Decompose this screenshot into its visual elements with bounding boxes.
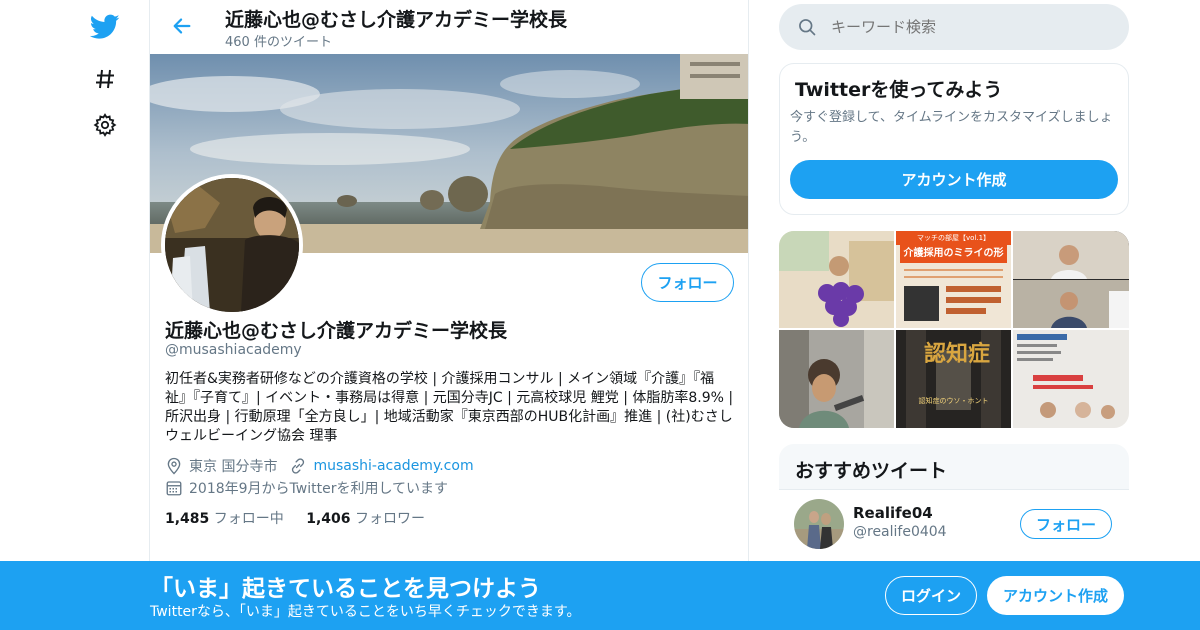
followers-count-link[interactable]: 1,406 フォロワー bbox=[306, 508, 425, 528]
tweet-count: 460 件のツイート bbox=[225, 35, 332, 50]
recommended-tweets-card: おすすめツイート Realife04 @realife0404 フォロー bbox=[779, 444, 1129, 574]
login-button[interactable]: ログイン bbox=[885, 576, 977, 615]
settings-gear-icon[interactable] bbox=[90, 110, 120, 140]
media-thumbnail-3[interactable] bbox=[1013, 231, 1129, 328]
calendar-icon bbox=[166, 481, 182, 496]
profile-joined-date: 2018年9月からTwitterを利用しています bbox=[189, 481, 449, 497]
profile-header-bar: 近藤心也@むさし介護アカデミー学校長 460 件のツイート bbox=[150, 0, 748, 54]
thumbnail-5-title: 認知症 bbox=[924, 342, 991, 367]
signup-card: Twitterを使ってみよう 今すぐ登録して、タイムラインをカスタマイズしましょ… bbox=[779, 63, 1129, 215]
follow-button[interactable]: フォロー bbox=[641, 263, 734, 302]
twitter-profile-page: 近藤心也@むさし介護アカデミー学校長 460 件のツイート フォロー 近藤心也@… bbox=[0, 0, 1200, 630]
profile-handle: @musashiacademy bbox=[165, 342, 302, 358]
signup-card-title: Twitterを使ってみよう bbox=[795, 79, 1003, 101]
media-thumbnail-grid: マッチの部屋【vol.1】 介護採用のミライの形 認知症 認知症のウソ・ホント bbox=[779, 231, 1129, 428]
profile-name: 近藤心也@むさし介護アカデミー学校長 bbox=[165, 320, 508, 342]
profile-location: 東京 国分寺市 bbox=[189, 459, 278, 475]
search-box[interactable] bbox=[779, 4, 1129, 50]
thumbnail-2-top-label: マッチの部屋【vol.1】 bbox=[896, 231, 1011, 245]
media-thumbnail-5[interactable]: 認知症 認知症のウソ・ホント bbox=[896, 330, 1011, 428]
header-title: 近藤心也@むさし介護アカデミー学校長 bbox=[225, 9, 568, 31]
media-thumbnail-2[interactable]: マッチの部屋【vol.1】 介護採用のミライの形 bbox=[896, 231, 1011, 328]
follow-counts: 1,485 フォロー中 1,406 フォロワー bbox=[165, 508, 443, 528]
thumbnail-2-title: 介護採用のミライの形 bbox=[900, 245, 1007, 263]
signup-card-create-account-button[interactable]: アカウント作成 bbox=[790, 160, 1118, 199]
media-thumbnail-4[interactable] bbox=[779, 330, 894, 428]
search-input[interactable] bbox=[831, 18, 1111, 36]
media-thumbnail-1[interactable] bbox=[779, 231, 894, 328]
recommended-user-name[interactable]: Realife04 bbox=[853, 504, 933, 522]
recommended-follow-button[interactable]: フォロー bbox=[1020, 509, 1112, 539]
thumbnail-5-subtitle: 認知症のウソ・ホント bbox=[918, 397, 989, 405]
signup-prompt-title: 「いま」起きていることを見つけよう bbox=[150, 576, 541, 602]
following-count: 1,485 bbox=[165, 511, 210, 527]
media-thumbnail-6[interactable] bbox=[1013, 330, 1129, 428]
profile-bio: 初任者&実務者研修などの介護資格の学校 | 介護採用コンサル | メイン領域『介… bbox=[165, 371, 734, 444]
location-pin-icon bbox=[167, 457, 181, 475]
signup-prompt-subtitle: Twitterなら、「いま」起きていることをいち早くチェックできます。 bbox=[150, 604, 581, 620]
profile-meta-row: 東京 国分寺市 musashi-academy.com bbox=[165, 456, 474, 476]
followers-label: フォロワー bbox=[354, 511, 425, 527]
link-icon bbox=[292, 458, 305, 474]
following-count-link[interactable]: 1,485 フォロー中 bbox=[165, 508, 284, 528]
profile-website-link[interactable]: musashi-academy.com bbox=[313, 458, 473, 474]
followers-count: 1,406 bbox=[306, 511, 351, 527]
back-arrow-icon[interactable] bbox=[168, 12, 196, 40]
signup-card-text: 今すぐ登録して、タイムラインをカスタマイズしましょう。 bbox=[790, 110, 1113, 145]
profile-column: 近藤心也@むさし介護アカデミー学校長 460 件のツイート フォロー 近藤心也@… bbox=[149, 0, 749, 630]
recommended-user-avatar[interactable] bbox=[794, 499, 844, 549]
following-label: フォロー中 bbox=[213, 511, 284, 527]
recommended-user-handle: @realife0404 bbox=[853, 524, 947, 540]
recommended-title: おすすめツイート bbox=[795, 460, 948, 482]
profile-avatar[interactable] bbox=[161, 174, 303, 316]
twitter-bird-icon[interactable] bbox=[90, 12, 120, 42]
profile-joined-row: 2018年9月からTwitterを利用しています bbox=[165, 478, 448, 498]
search-icon bbox=[799, 19, 816, 36]
left-nav bbox=[80, 0, 150, 630]
create-account-button[interactable]: アカウント作成 bbox=[987, 576, 1124, 615]
hashtag-icon[interactable] bbox=[90, 64, 120, 94]
